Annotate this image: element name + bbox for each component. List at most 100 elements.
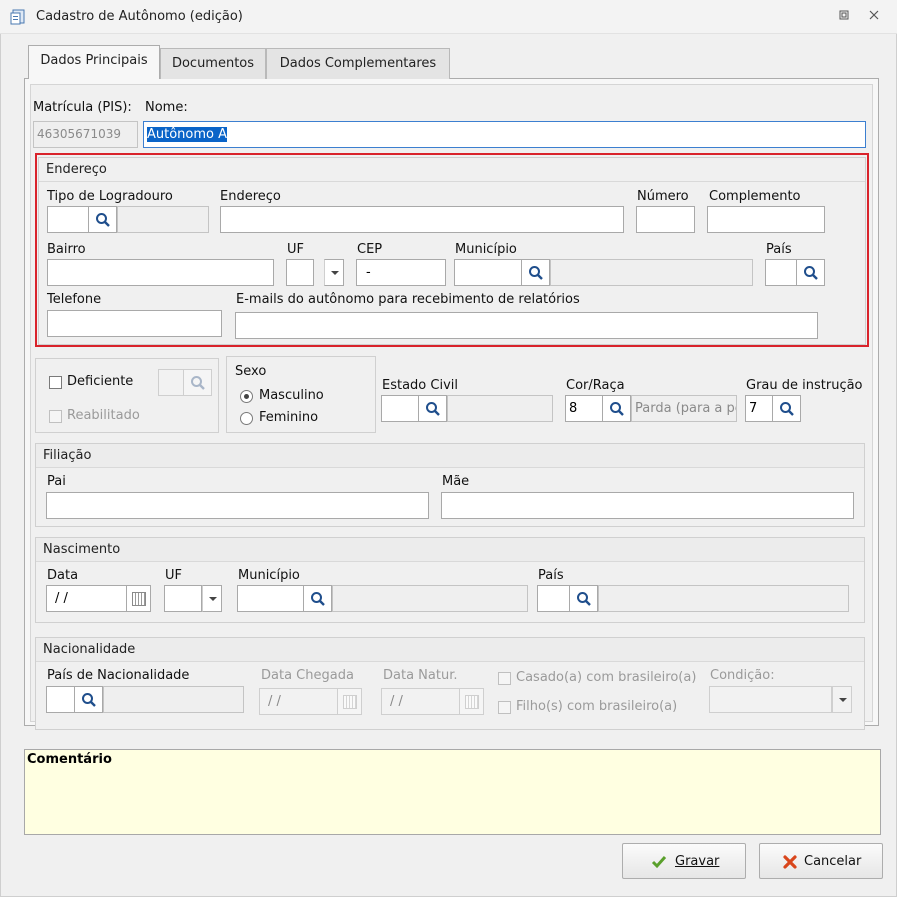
grau-instrucao-code[interactable]: 7 <box>745 395 773 422</box>
nascimento-pais-description <box>598 585 849 612</box>
sexo-feminino-radio[interactable] <box>240 412 253 425</box>
endereco-label: Endereço <box>220 189 281 204</box>
pais-nacionalidade-code[interactable] <box>46 686 75 713</box>
data-natur-calendar-icon <box>460 688 484 715</box>
comentario-textarea[interactable] <box>24 749 881 835</box>
deficiente-label: Deficiente <box>67 374 134 389</box>
data-natur-label: Data Natur. <box>383 668 458 683</box>
checkmark-icon <box>651 856 667 869</box>
numero-field[interactable] <box>636 206 695 233</box>
cor-raca-description: Parda (para a pe <box>631 395 737 422</box>
emails-label: E-mails do autônomo para recebimento de … <box>236 292 580 307</box>
nascimento-data-field[interactable]: / / <box>46 585 127 612</box>
nascimento-uf-select[interactable] <box>164 585 202 612</box>
nome-value: Autônomo A <box>147 127 228 142</box>
nascimento-title: Nascimento <box>36 538 864 562</box>
estado-civil-description <box>447 395 553 422</box>
matricula-field[interactable]: 46305671039 <box>33 121 138 148</box>
filiacao-title: Filiação <box>36 444 864 468</box>
nascimento-calendar-icon[interactable] <box>127 585 151 612</box>
nascimento-data-label: Data <box>47 568 79 583</box>
mae-label: Mãe <box>442 474 470 489</box>
nome-field[interactable]: Autônomo A <box>143 121 866 148</box>
complemento-label: Complemento <box>709 189 801 204</box>
gravar-label: Gravar <box>675 854 720 869</box>
emails-field[interactable] <box>235 312 818 339</box>
pais-nacionalidade-search-icon[interactable] <box>75 686 103 713</box>
nascimento-pais-label: País <box>538 568 564 583</box>
window-title: Cadastro de Autônomo (edição) <box>36 9 243 24</box>
casado-label: Casado(a) com brasileiro(a) <box>516 670 697 685</box>
data-chegada-field: / / <box>259 688 338 715</box>
close-icon[interactable] <box>866 9 882 25</box>
pais-search-icon[interactable] <box>797 259 825 286</box>
pais-nacionalidade-label: País de Nacionalidade <box>47 668 190 683</box>
matricula-label: Matrícula (PIS): <box>33 100 132 115</box>
deficiente-code <box>158 369 184 396</box>
cancel-icon <box>783 855 797 869</box>
tab-dados-complementares[interactable]: Dados Complementares <box>266 48 450 79</box>
condicao-label: Condição: <box>710 668 775 683</box>
endereco-field[interactable] <box>220 206 624 233</box>
tab-documentos[interactable]: Documentos <box>160 48 266 79</box>
gravar-button[interactable]: Gravar <box>622 843 746 879</box>
sexo-title: Sexo <box>235 364 267 379</box>
cancelar-label: Cancelar <box>804 854 862 869</box>
pai-label: Pai <box>47 474 66 489</box>
cor-raca-label: Cor/Raça <box>566 378 625 393</box>
telefone-field[interactable] <box>47 310 222 337</box>
app-icon <box>10 9 25 25</box>
nascimento-uf-dropdown-icon[interactable] <box>202 585 222 612</box>
complemento-field[interactable] <box>707 206 825 233</box>
grau-instrucao-label: Grau de instrução <box>746 378 863 393</box>
restore-icon[interactable] <box>836 9 852 25</box>
tab-dados-principais[interactable]: Dados Principais <box>28 45 160 79</box>
pais-nacionalidade-description <box>103 686 244 713</box>
pais-code[interactable] <box>765 259 797 286</box>
tipo-logradouro-label: Tipo de Logradouro <box>47 189 173 204</box>
cancelar-button[interactable]: Cancelar <box>759 843 883 879</box>
cep-label: CEP <box>357 242 383 257</box>
tipo-logradouro-description <box>117 206 209 233</box>
comentario-label: Comentário <box>27 752 112 767</box>
uf-dropdown-icon[interactable] <box>324 259 344 286</box>
estado-civil-label: Estado Civil <box>382 378 458 393</box>
nacionalidade-title: Nacionalidade <box>36 638 864 662</box>
municipio-code[interactable] <box>454 259 522 286</box>
condicao-dropdown-icon <box>832 686 852 713</box>
reabilitado-label: Reabilitado <box>67 408 140 423</box>
tipo-logradouro-search-icon[interactable] <box>89 206 117 233</box>
data-chegada-label: Data Chegada <box>261 668 354 683</box>
condicao-select <box>709 686 832 713</box>
estado-civil-code[interactable] <box>381 395 419 422</box>
telefone-label: Telefone <box>47 292 102 307</box>
sexo-masculino-radio[interactable] <box>240 390 253 403</box>
bairro-label: Bairro <box>47 242 86 257</box>
reabilitado-checkbox <box>49 410 62 423</box>
uf-label: UF <box>287 242 304 257</box>
cor-raca-search-icon[interactable] <box>603 395 631 422</box>
cep-field[interactable]: - <box>356 259 446 286</box>
grau-instrucao-search-icon[interactable] <box>773 395 801 422</box>
bairro-field[interactable] <box>47 259 274 286</box>
pai-field[interactable] <box>46 492 429 519</box>
uf-select[interactable] <box>286 259 314 286</box>
estado-civil-search-icon[interactable] <box>419 395 447 422</box>
tipo-logradouro-code[interactable] <box>47 206 89 233</box>
nascimento-municipio-search-icon[interactable] <box>304 585 332 612</box>
sexo-feminino-label: Feminino <box>259 410 319 425</box>
municipio-label: Município <box>455 242 517 257</box>
nascimento-municipio-code[interactable] <box>237 585 304 612</box>
nascimento-pais-search-icon[interactable] <box>570 585 598 612</box>
nome-label: Nome: <box>145 100 188 115</box>
nascimento-pais-code[interactable] <box>537 585 570 612</box>
sexo-masculino-label: Masculino <box>259 388 324 403</box>
casado-checkbox <box>498 672 511 685</box>
data-natur-field: / / <box>381 688 460 715</box>
municipio-search-icon[interactable] <box>522 259 550 286</box>
mae-field[interactable] <box>441 492 854 519</box>
deficiente-checkbox[interactable] <box>49 376 62 389</box>
cor-raca-code[interactable]: 8 <box>565 395 603 422</box>
filhos-checkbox <box>498 701 511 714</box>
deficiente-search-icon <box>184 369 212 396</box>
